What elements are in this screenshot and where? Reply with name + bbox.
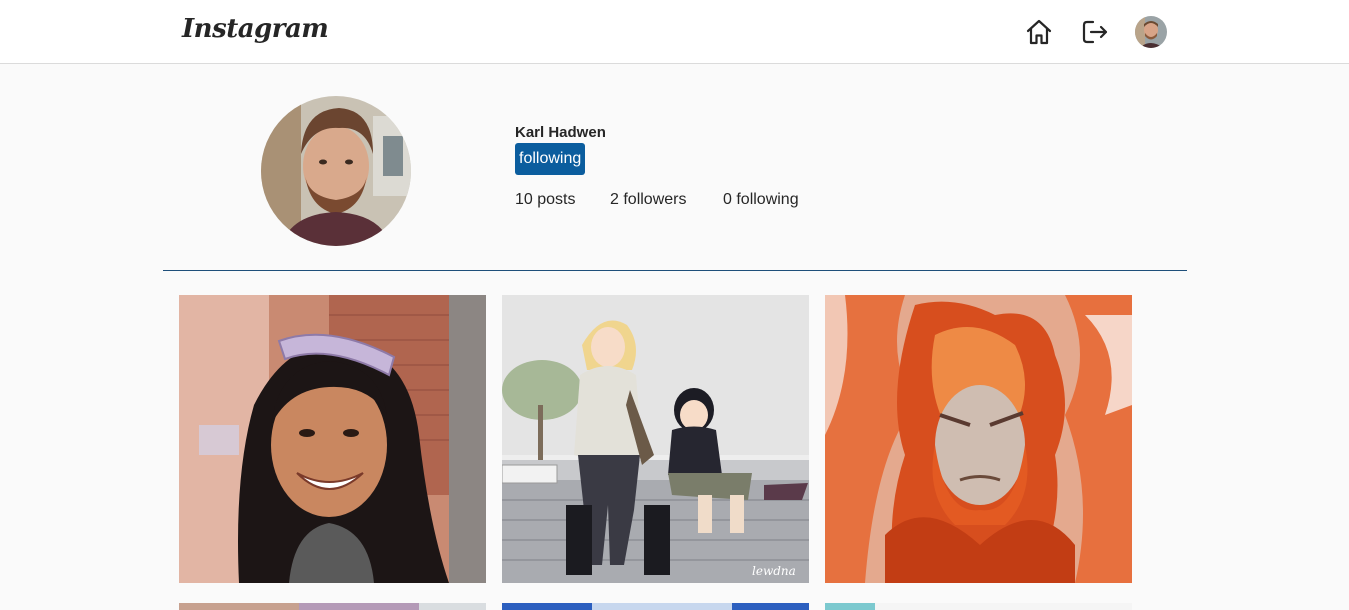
- svg-text:lewdna: lewdna: [752, 564, 796, 578]
- profile-divider: [163, 270, 1187, 271]
- post-thumbnail[interactable]: [825, 603, 1132, 610]
- post-thumbnail[interactable]: lewdna: [502, 295, 809, 583]
- following-count: 0 following: [723, 191, 799, 208]
- instagram-logo[interactable]: Instagram: [182, 14, 329, 44]
- home-icon[interactable]: [1024, 17, 1054, 47]
- user-avatar[interactable]: [1135, 16, 1167, 48]
- post-thumbnail[interactable]: [502, 603, 809, 610]
- profile-avatar: [261, 96, 411, 246]
- posts-count: 10 posts: [515, 191, 576, 208]
- post-thumbnail[interactable]: [179, 295, 486, 583]
- post-thumbnail[interactable]: [825, 295, 1132, 583]
- followers-count: 2 followers: [610, 191, 687, 208]
- top-navigation-bar: Instagram: [0, 0, 1349, 64]
- post-thumbnail[interactable]: [179, 603, 486, 610]
- following-button[interactable]: following: [515, 143, 586, 175]
- profile-username: Karl Hadwen: [515, 124, 606, 141]
- logout-icon[interactable]: [1080, 17, 1110, 47]
